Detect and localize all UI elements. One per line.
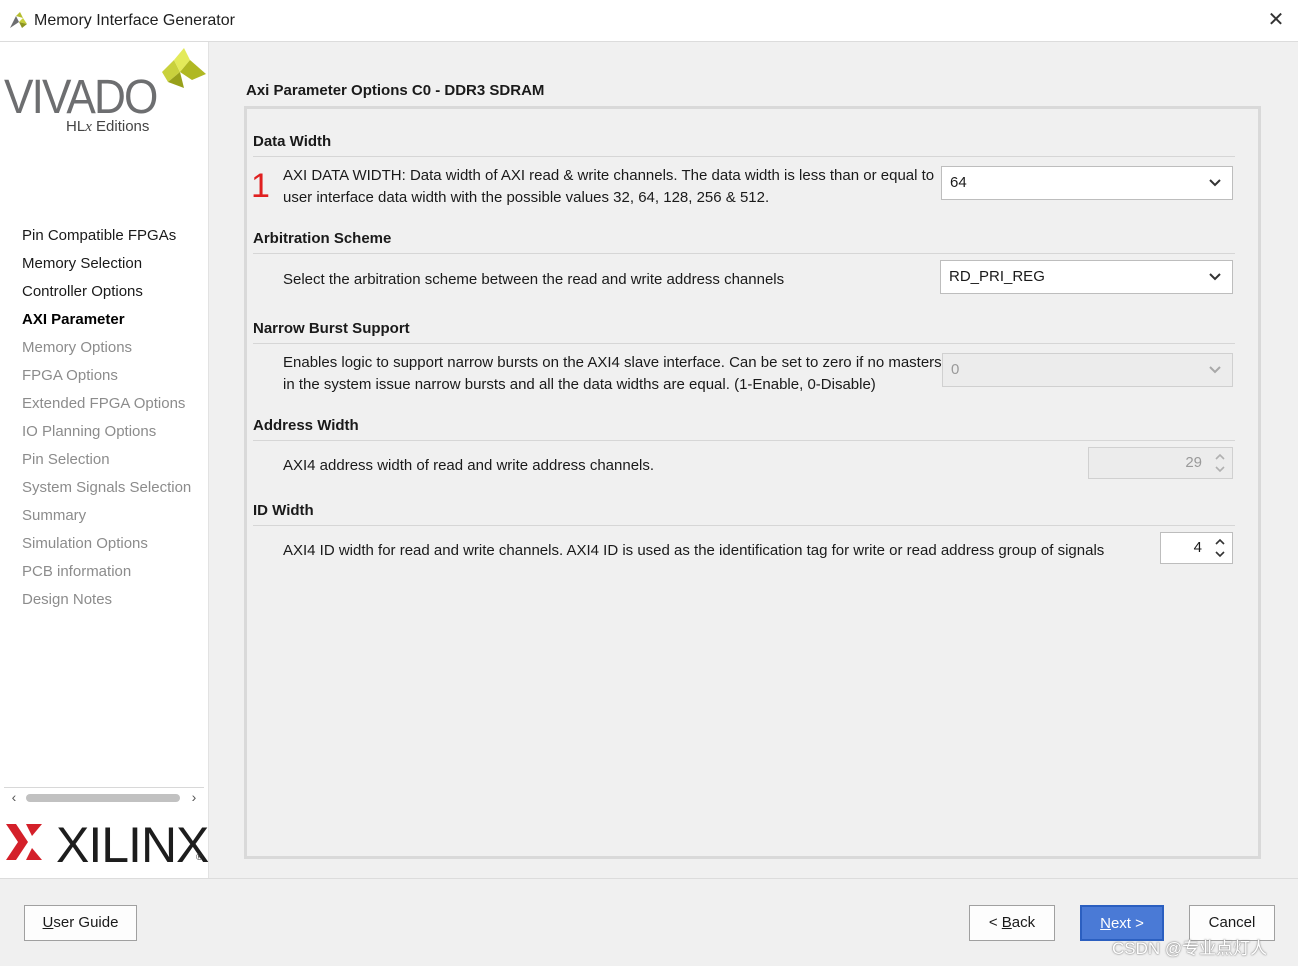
section-data-width-heading: Data Width [253, 133, 1235, 157]
arbitration-description: Select the arbitration scheme between th… [283, 271, 785, 288]
spinner-arrows-icon [1212, 450, 1228, 476]
section-arbitration-heading: Arbitration Scheme [253, 230, 1235, 254]
address-width-description: AXI4 address width of read and write add… [283, 457, 655, 474]
title-bar: Memory Interface Generator ✕ [0, 0, 1298, 42]
watermark: CSDN @专业点灯人 [1112, 939, 1268, 958]
xilinx-x-icon [6, 824, 42, 860]
xilinx-logo: XILINX ® [4, 817, 209, 873]
registered-mark: ® [196, 852, 203, 862]
window-title: Memory Interface Generator [34, 12, 235, 29]
sidebar-item-pin-selection: Pin Selection [22, 451, 110, 468]
vivado-logo: VIVADO HLx Editions [4, 48, 206, 136]
sidebar-item-extended-fpga-options: Extended FPGA Options [22, 395, 186, 412]
narrow-burst-select: 0 [942, 353, 1233, 387]
address-width-spinner: 29 [1088, 447, 1233, 479]
id-width-description: AXI4 ID width for read and write channel… [283, 542, 1105, 559]
xilinx-wordmark: XILINX [56, 817, 209, 873]
section-address-width-heading: Address Width [253, 417, 1235, 441]
sidebar-item-pcb-information: PCB information [22, 563, 132, 580]
close-icon[interactable]: ✕ [1266, 10, 1286, 30]
section-narrow-burst-heading: Narrow Burst Support [253, 320, 1235, 344]
step-navigation: Pin Compatible FPGAs Memory Selection Cont… [0, 222, 208, 614]
axi-data-width-select[interactable]: 64 [941, 166, 1233, 200]
chevron-down-icon [1209, 366, 1221, 374]
sidebar-scrollbar[interactable]: ‹ › [4, 787, 204, 805]
data-width-description: AXI DATA WIDTH: Data width of AXI read &… [283, 167, 935, 206]
scroll-left-icon[interactable]: ‹ [6, 789, 22, 805]
page-title: Axi Parameter Options C0 - DDR3 SDRAM [246, 82, 545, 99]
footer-divider [0, 878, 1298, 879]
vivado-app-icon [10, 12, 27, 28]
sidebar-item-pin-compatible-fpgas[interactable]: Pin Compatible FPGAs [0, 222, 208, 250]
sidebar-item-system-signals-selection: System Signals Selection [22, 479, 192, 496]
sidebar-item-simulation-options: Simulation Options [22, 535, 148, 552]
back-button[interactable]: < Back [969, 905, 1055, 941]
vivado-wordmark: VIVADO [4, 71, 158, 124]
spinner-arrows-icon[interactable] [1212, 535, 1228, 561]
id-width-spinner[interactable]: 4 [1160, 532, 1233, 564]
arbitration-scheme-select[interactable]: RD_PRI_REG [940, 260, 1233, 294]
user-guide-button[interactable]: User Guide [24, 905, 137, 941]
scroll-right-icon[interactable]: › [186, 789, 202, 805]
narrow-burst-description: Enables logic to support narrow bursts o… [283, 354, 942, 393]
sidebar-item-fpga-options: FPGA Options [22, 367, 118, 384]
sidebar-item-io-planning-options: IO Planning Options [22, 423, 157, 440]
vivado-leaf-icon [162, 48, 206, 88]
sidebar: VIVADO HLx Editions Pin Compatible FPGAs… [0, 42, 209, 878]
scrollbar-thumb[interactable] [26, 794, 180, 802]
options-panel: Data Width 1 AXI DATA WIDTH: Data width … [244, 106, 1261, 859]
annotation-marker: 1 [251, 167, 270, 205]
sidebar-item-summary: Summary [22, 507, 87, 524]
sidebar-item-memory-options: Memory Options [22, 339, 133, 356]
chevron-down-icon[interactable] [1208, 269, 1222, 283]
chevron-down-icon[interactable] [1208, 175, 1222, 189]
vivado-edition-label: HLx Editions [66, 118, 150, 135]
sidebar-item-controller-options[interactable]: Controller Options [0, 278, 208, 306]
sidebar-item-memory-selection[interactable]: Memory Selection [0, 250, 208, 278]
section-id-width-heading: ID Width [253, 502, 1235, 526]
sidebar-item-axi-parameter[interactable]: AXI Parameter [0, 306, 208, 334]
sidebar-item-design-notes: Design Notes [22, 591, 113, 608]
